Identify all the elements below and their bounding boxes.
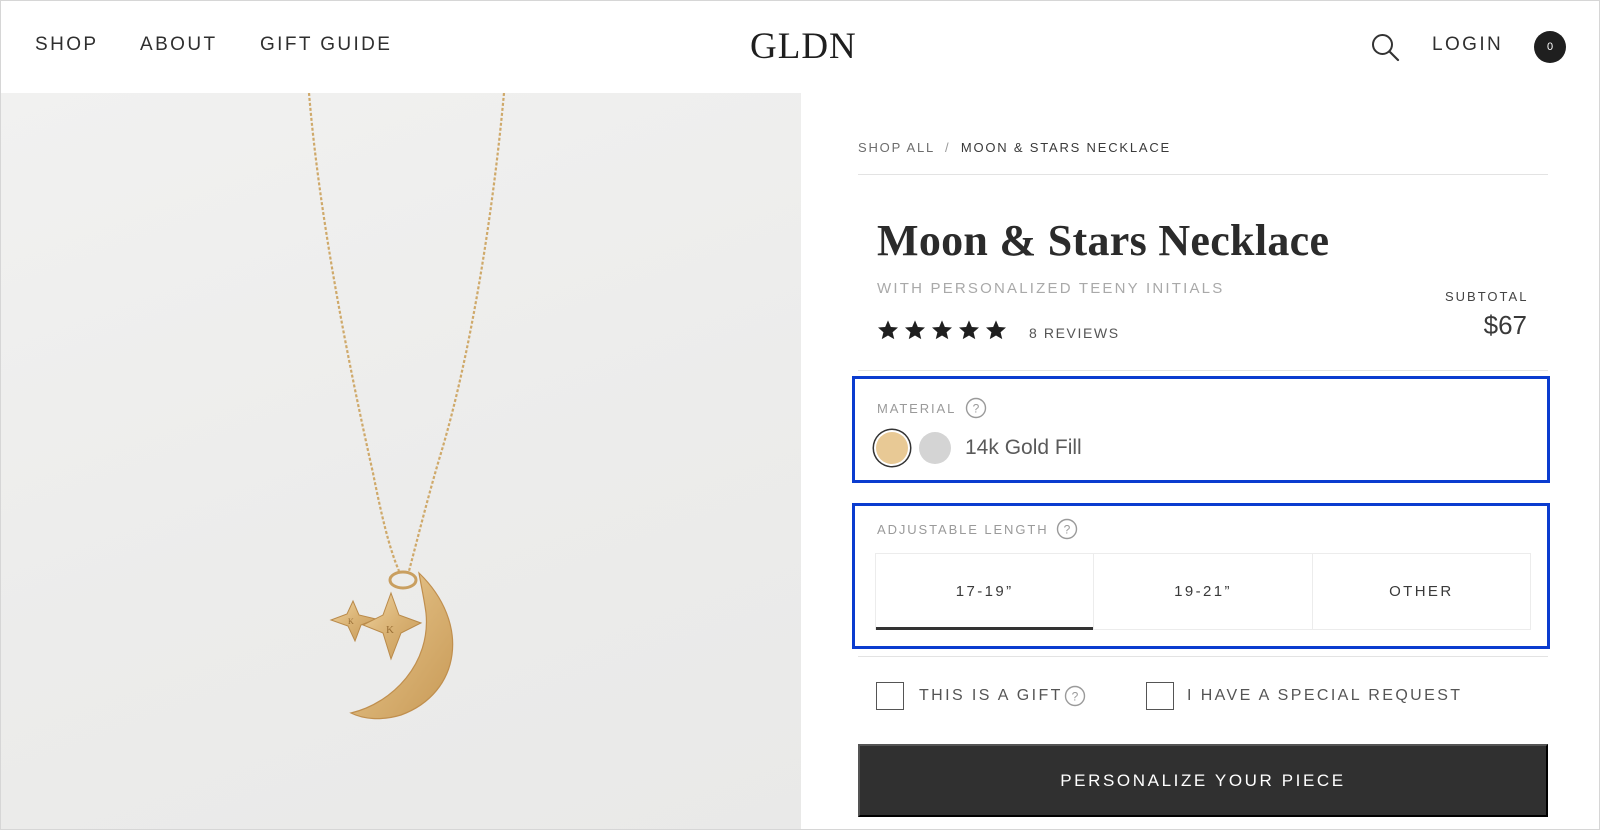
- cart-badge[interactable]: 0: [1534, 31, 1566, 63]
- product-image: K K: [1, 93, 801, 829]
- svg-text:?: ?: [1072, 690, 1079, 704]
- length-options: 17-19” 19-21” OTHER: [875, 553, 1531, 630]
- help-icon[interactable]: ?: [965, 397, 987, 419]
- site-logo[interactable]: GLDN: [750, 25, 857, 68]
- breadcrumb: SHOP ALL / MOON & STARS NECKLACE: [858, 140, 1171, 155]
- swatch-gold[interactable]: [876, 432, 908, 464]
- divider: [858, 370, 1548, 371]
- star-icon: [878, 320, 898, 340]
- subtotal-label: SUBTOTAL: [1445, 289, 1529, 304]
- help-icon[interactable]: ?: [1056, 518, 1078, 540]
- reviews-link[interactable]: 8 REVIEWS: [1029, 325, 1120, 341]
- login-link[interactable]: LOGIN: [1432, 34, 1503, 56]
- material-selected-value: 14k Gold Fill: [965, 436, 1082, 459]
- site-header: SHOP ABOUT GIFT GUIDE GLDN LOGIN 0: [1, 1, 1599, 93]
- nav-shop[interactable]: SHOP: [35, 34, 98, 56]
- product-subtitle: WITH PERSONALIZED TEENY INITIALS: [877, 280, 1225, 297]
- breadcrumb-current: MOON & STARS NECKLACE: [960, 140, 1172, 155]
- svg-text:K: K: [386, 624, 394, 636]
- search-icon[interactable]: [1370, 32, 1400, 62]
- material-label: MATERIAL: [877, 401, 957, 416]
- star-icon: [959, 320, 979, 340]
- personalize-button[interactable]: PERSONALIZE YOUR PIECE: [858, 744, 1548, 817]
- nav-about[interactable]: ABOUT: [140, 34, 217, 56]
- star-icon: [986, 320, 1006, 340]
- length-option-19-21[interactable]: 19-21”: [1093, 554, 1312, 629]
- help-icon[interactable]: ?: [1064, 685, 1086, 707]
- nav-gift-guide[interactable]: GIFT GUIDE: [260, 34, 392, 56]
- svg-text:?: ?: [973, 402, 980, 416]
- svg-text:?: ?: [1064, 523, 1071, 537]
- length-option-17-19[interactable]: 17-19”: [876, 554, 1094, 630]
- swatch-silver[interactable]: [919, 432, 951, 464]
- star-icon: [932, 320, 952, 340]
- length-label: ADJUSTABLE LENGTH: [877, 522, 1049, 537]
- rating-stars[interactable]: [877, 319, 1007, 341]
- star-icon: [905, 320, 925, 340]
- product-page: SHOP ABOUT GIFT GUIDE GLDN LOGIN 0 K K S…: [0, 0, 1600, 830]
- subtotal-price: $67: [1483, 310, 1527, 340]
- breadcrumb-shop-all[interactable]: SHOP ALL: [858, 140, 935, 155]
- necklace-illustration: K K: [307, 93, 506, 720]
- special-request-checkbox[interactable]: [1146, 682, 1174, 710]
- divider: [858, 656, 1548, 657]
- divider: [858, 174, 1548, 175]
- material-highlight: [852, 376, 1550, 483]
- gift-checkbox[interactable]: [876, 682, 904, 710]
- special-request-label[interactable]: I HAVE A SPECIAL REQUEST: [1187, 687, 1462, 705]
- svg-text:K: K: [348, 617, 354, 626]
- product-title: Moon & Stars Necklace: [877, 216, 1330, 265]
- gift-label[interactable]: THIS IS A GIFT: [919, 687, 1063, 705]
- length-option-other[interactable]: OTHER: [1311, 554, 1530, 629]
- breadcrumb-separator: /: [944, 140, 951, 155]
